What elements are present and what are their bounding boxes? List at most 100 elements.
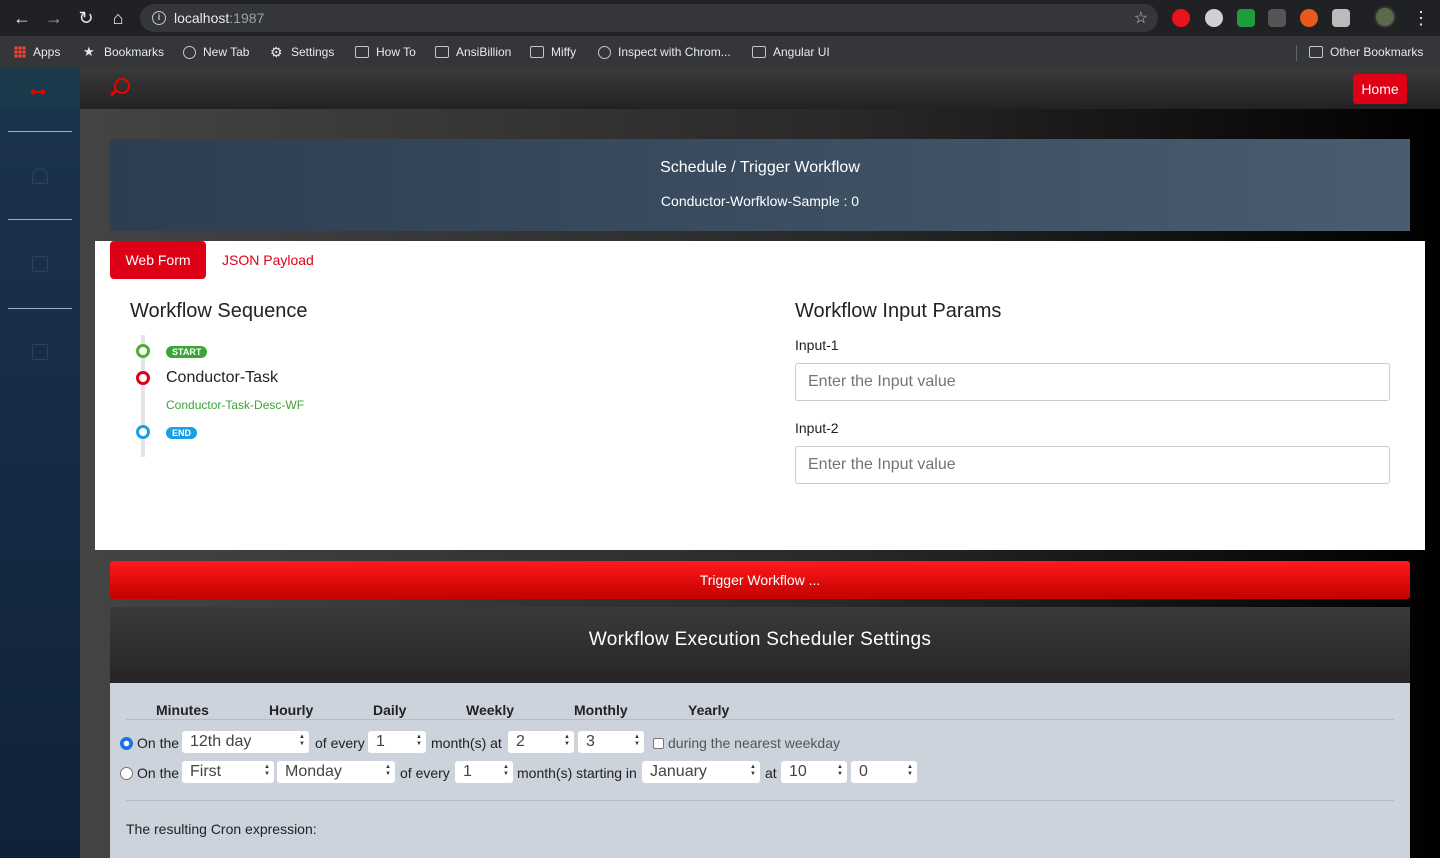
cron-tab-monthly[interactable]: Monthly	[574, 702, 628, 718]
start-month-select[interactable]: January	[642, 761, 760, 783]
sidebar-divider	[8, 219, 72, 220]
sidebar-divider	[8, 131, 72, 132]
task-name: Conductor-Task	[166, 369, 279, 386]
folder-icon	[530, 46, 544, 58]
app-header: Home	[80, 68, 1440, 109]
bookmark-inspect[interactable]: Inspect with Chrom...	[598, 44, 731, 60]
input-2-label: Input-2	[795, 420, 839, 436]
app-logo[interactable]: ⊶	[0, 68, 80, 109]
workflow-name: Conductor-Worfklow-Sample : 0	[660, 193, 860, 209]
nearest-weekday-checkbox[interactable]	[653, 738, 664, 749]
extension-cors-icon[interactable]	[1237, 9, 1255, 27]
hour-select[interactable]: 2	[508, 731, 574, 753]
ordinal-select[interactable]: First	[182, 761, 274, 783]
weekday-select[interactable]: Monday	[277, 761, 395, 783]
scheduler-header: Workflow Execution Scheduler Settings	[110, 607, 1410, 683]
row2-prefix: On the	[137, 765, 180, 781]
minute-select-2[interactable]: 0	[851, 761, 917, 783]
workflow-header: Schedule / Trigger Workflow Conductor-Wo…	[110, 139, 1410, 231]
extension-fire-icon[interactable]	[1300, 9, 1318, 27]
sidebar-divider	[8, 308, 72, 309]
bookmark-ansibillion[interactable]: AnsiBillion	[435, 44, 511, 60]
bookmark-other[interactable]: Other Bookmarks	[1309, 44, 1423, 60]
browser-menu-icon[interactable]: ⋮	[1412, 6, 1430, 30]
bookmark-miffy[interactable]: Miffy	[530, 44, 576, 60]
workflow-form-panel: Web Form JSON Payload Workflow Sequence …	[95, 241, 1425, 550]
cron-tab-hourly[interactable]: Hourly	[269, 702, 313, 718]
bookmarks-divider	[1296, 45, 1297, 61]
bookmark-star-icon[interactable]: ☆	[1134, 8, 1148, 28]
folder-icon	[1309, 46, 1323, 58]
input-params-heading: Workflow Input Params	[795, 300, 1002, 322]
cron-result-label: The resulting Cron expression:	[126, 821, 317, 837]
trigger-workflow-button[interactable]: Trigger Workflow ...	[110, 561, 1410, 599]
extension-json-icon[interactable]	[1268, 9, 1286, 27]
browser-toolbar: ← → ↻ ⌂ i localhost:1987 ☆ ⋮	[0, 0, 1440, 36]
input-1-label: Input-1	[795, 337, 839, 353]
option-weekday-of-month-radio[interactable]	[120, 767, 133, 780]
bell-icon[interactable]	[32, 168, 48, 184]
tab-json-payload[interactable]: JSON Payload	[222, 252, 314, 268]
end-badge: END	[166, 427, 198, 439]
apps-grid-icon	[14, 46, 26, 58]
key-logo-icon: ⊶	[30, 84, 46, 101]
bookmark-settings[interactable]: ⚙ Settings	[270, 44, 334, 60]
bookmark-angular-ui[interactable]: Angular UI	[752, 44, 830, 60]
app-sidebar: ⊶	[0, 68, 80, 858]
nearest-weekday-label: during the nearest weekday	[668, 735, 840, 751]
row1-prefix: On the	[137, 735, 180, 751]
reload-icon[interactable]: ↻	[76, 8, 96, 28]
extension-cloud-icon[interactable]	[1205, 9, 1223, 27]
bookmark-how-to[interactable]: How To	[355, 44, 416, 60]
hour-select-2[interactable]: 10	[781, 761, 847, 783]
folder-icon	[355, 46, 369, 58]
end-node-icon	[136, 425, 150, 439]
start-badge: START	[166, 346, 208, 358]
day-select[interactable]: 12th day	[182, 731, 309, 753]
cron-tab-weekly[interactable]: Weekly	[466, 702, 514, 718]
home-icon[interactable]: ⌂	[108, 8, 128, 28]
tab-web-form[interactable]: Web Form	[110, 241, 206, 279]
row2-at: at	[765, 765, 777, 781]
chart-icon[interactable]	[32, 256, 48, 272]
page-title: Schedule / Trigger Workflow	[660, 159, 860, 176]
task-description: Conductor-Task-Desc-WF	[166, 398, 305, 412]
gear-icon: ⚙	[270, 44, 283, 60]
input-1-field[interactable]	[795, 363, 1390, 401]
minute-select[interactable]: 3	[578, 731, 644, 753]
folder-icon	[752, 46, 766, 58]
months-interval-select[interactable]: 1	[368, 731, 426, 753]
cron-tab-yearly[interactable]: Yearly	[688, 702, 729, 718]
bookmark-new-tab[interactable]: New Tab	[183, 44, 249, 60]
url-text: localhost:1987	[174, 10, 265, 26]
bookmark-apps[interactable]: Apps	[14, 44, 60, 60]
bookmark-bookmarks[interactable]: ★ Bookmarks	[83, 44, 164, 60]
profile-avatar[interactable]	[1374, 6, 1396, 28]
row1-suffix: month(s) at	[431, 735, 502, 751]
scheduler-panel: Minutes Hourly Daily Weekly Monthly Year…	[110, 683, 1410, 858]
option-day-of-month-radio[interactable]	[120, 737, 133, 750]
search-icon[interactable]	[114, 78, 130, 94]
address-bar[interactable]: i localhost:1987 ☆	[140, 4, 1158, 32]
bookmarks-bar: Apps ★ Bookmarks New Tab ⚙ Settings How To…	[0, 36, 1440, 68]
back-arrow-icon[interactable]: ←	[12, 8, 32, 28]
start-node-icon	[136, 344, 150, 358]
result-divider	[126, 800, 1394, 801]
site-info-icon[interactable]: i	[152, 11, 166, 25]
cron-tab-daily[interactable]: Daily	[373, 702, 406, 718]
cron-tab-minutes[interactable]: Minutes	[156, 702, 209, 718]
forward-arrow-icon[interactable]: →	[44, 8, 64, 28]
chart-icon[interactable]	[32, 344, 48, 360]
row2-suffix: month(s) starting in	[517, 765, 637, 781]
globe-icon	[598, 45, 611, 59]
globe-icon	[183, 45, 196, 59]
months-interval-select-2[interactable]: 1	[455, 761, 513, 783]
extension-adblock-icon[interactable]	[1172, 9, 1190, 27]
input-2-field[interactable]	[795, 446, 1390, 484]
scheduler-title: Workflow Execution Scheduler Settings	[588, 629, 932, 650]
task-node-icon	[136, 371, 150, 385]
extension-cast-icon[interactable]	[1332, 9, 1350, 27]
folder-icon	[435, 46, 449, 58]
home-button[interactable]: Home	[1353, 74, 1407, 104]
star-icon: ★	[83, 44, 95, 59]
